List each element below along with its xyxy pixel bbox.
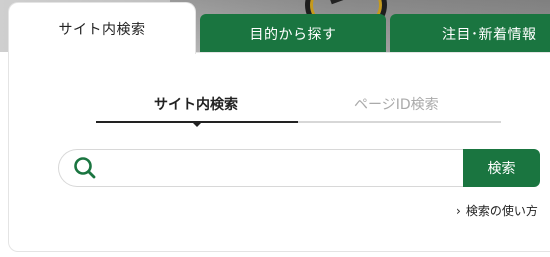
panel-divider — [196, 52, 550, 53]
search-input[interactable] — [104, 151, 464, 185]
subtab-underline — [298, 121, 501, 123]
chevron-right-icon: › — [456, 203, 461, 218]
tab-find-by-purpose[interactable]: 目的から探す — [200, 14, 386, 54]
tab-find-by-purpose-label: 目的から探す — [249, 27, 337, 43]
howto-link-label: 検索の使い方 — [465, 204, 538, 218]
search-button[interactable]: 検索 — [463, 149, 540, 187]
tab-site-search-label: サイト内検索 — [58, 21, 146, 38]
subtab-site-search[interactable]: サイト内検索 — [154, 94, 238, 114]
subtab-caret-icon — [193, 123, 201, 127]
howto-link[interactable]: › 検索の使い方 — [456, 202, 538, 219]
tab-news[interactable]: 注目･新着情報 — [390, 14, 550, 54]
search-icon — [74, 157, 96, 179]
search-box — [58, 149, 464, 187]
subtab-page-id-search[interactable]: ページID検索 — [354, 94, 439, 114]
tab-news-label: 注目･新着情報 — [442, 27, 537, 43]
tab-site-search[interactable]: サイト内検索 — [8, 2, 196, 54]
